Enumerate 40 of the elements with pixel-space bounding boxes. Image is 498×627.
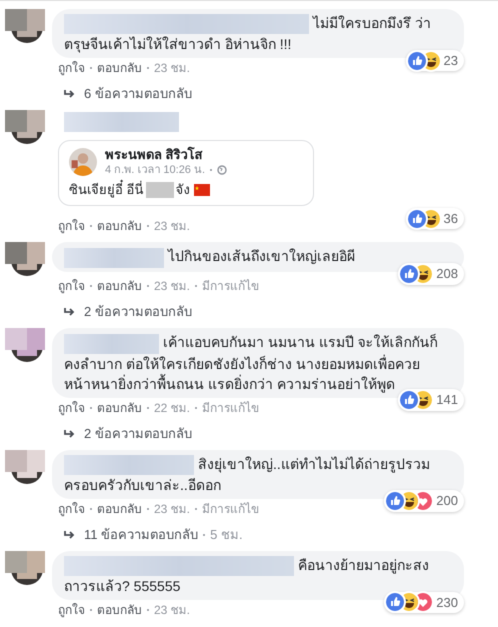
post-author[interactable]: พระนพดล สิริวโส xyxy=(105,147,228,164)
replies-link[interactable]: 2 ข้อความตอบกลับ xyxy=(84,304,192,320)
reply-time: 5 ชม. xyxy=(210,526,243,543)
like-link[interactable]: ถูกใจ xyxy=(58,278,85,294)
reaction-number: 230 xyxy=(436,594,458,612)
like-link[interactable]: ถูกใจ xyxy=(58,60,85,76)
reaction-count[interactable]: 36 xyxy=(406,208,464,230)
replies-link[interactable]: 2 ข้อความตอบกลับ xyxy=(84,426,192,442)
reply-link[interactable]: ตอบกลับ xyxy=(97,60,142,76)
reply-link[interactable]: ตอบกลับ xyxy=(97,602,142,618)
like-link[interactable]: ถูกใจ xyxy=(58,602,85,618)
reaction-number: 141 xyxy=(436,391,458,410)
like-link[interactable]: ถูกใจ xyxy=(58,218,85,234)
like-link[interactable]: ถูกใจ xyxy=(58,500,85,517)
reaction-count[interactable]: 208 xyxy=(398,263,464,285)
replies-link[interactable]: 6 ข้อความตอบกลับ xyxy=(84,86,192,102)
flag-icon xyxy=(194,184,210,196)
post-text: ซินเจียยู่อี๋ อีนี่ xyxy=(69,181,144,200)
post-text: จัง xyxy=(176,181,190,200)
reaction-count[interactable]: 230 xyxy=(384,592,464,614)
reply-arrow-icon xyxy=(64,428,76,439)
reaction-number: 23 xyxy=(444,52,458,70)
reaction-count[interactable]: 141 xyxy=(398,389,464,411)
reaction-count[interactable]: 200 xyxy=(384,490,464,512)
redacted-word xyxy=(146,182,174,198)
reaction-number: 200 xyxy=(436,492,458,510)
reply-arrow-icon xyxy=(64,307,76,318)
reply-link[interactable]: ตอบกลับ xyxy=(97,218,142,234)
shared-post-card[interactable]: พระนพดล สิริวโส 4 ก.พ. เวลา 10:26 น. ซินเจียยู่อี๋ อีนี่ จัง xyxy=(58,140,314,206)
replies-link[interactable]: 11 ข้อความตอบกลับ xyxy=(84,526,198,543)
globe-icon xyxy=(217,165,228,176)
reaction-count[interactable]: 23 xyxy=(406,50,464,72)
reaction-number: 36 xyxy=(444,210,458,228)
reply-link[interactable]: ตอบกลับ xyxy=(97,400,142,416)
like-link[interactable]: ถูกใจ xyxy=(58,400,85,416)
reply-arrow-icon xyxy=(64,89,76,100)
reply-arrow-icon xyxy=(64,530,76,540)
reaction-number: 208 xyxy=(436,265,458,284)
reply-link[interactable]: ตอบกลับ xyxy=(97,500,142,517)
reply-link[interactable]: ตอบกลับ xyxy=(97,278,142,294)
